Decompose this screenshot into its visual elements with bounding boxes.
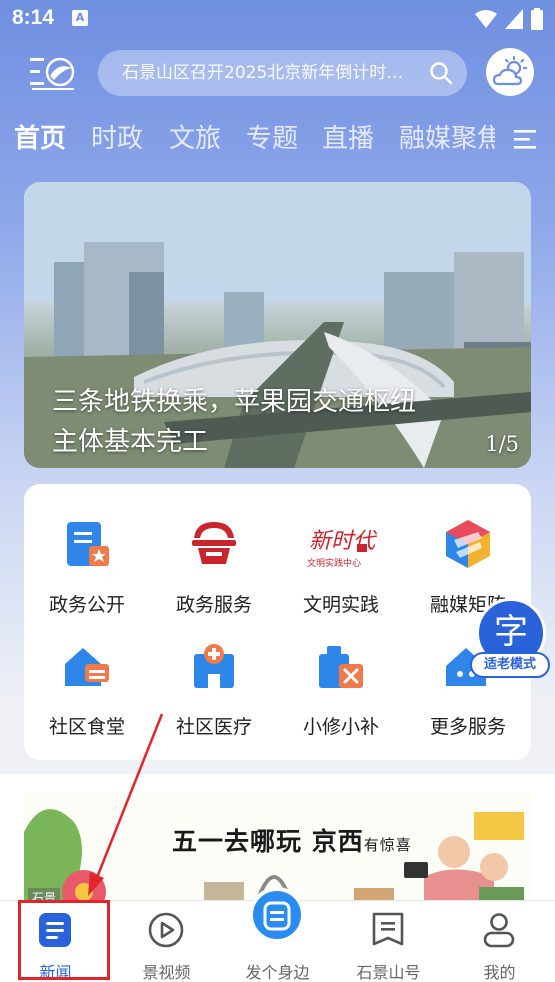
status-time: 8:14 [12, 6, 55, 29]
nav-label: 新闻 [39, 963, 72, 982]
media-matrix-icon [446, 520, 490, 568]
tab-media-focus[interactable]: 融媒聚焦 [399, 118, 495, 155]
repair-icon [319, 646, 363, 688]
tab-topics[interactable]: 专题 [246, 118, 298, 155]
nav-label: 石景山号 [356, 963, 421, 982]
service-label: 文明实践 [302, 594, 379, 616]
bookmark-icon [372, 912, 404, 946]
elder-mode-label: 适老模式 [470, 652, 550, 678]
nav-label: 发个身边 [245, 963, 310, 982]
nav-post-nearby[interactable]: 发个身边 [222, 887, 333, 982]
promo-slogan-main: 五一去哪玩 京西 [172, 827, 364, 856]
clinic-icon [194, 644, 234, 688]
service-repair[interactable]: 小修小补 [278, 640, 404, 739]
civilization-icon: 新时代 文明实践中心 [307, 529, 378, 569]
service-label: 社区医疗 [175, 716, 252, 738]
headline-banner[interactable]: 三条地铁换乘，苹果园交通枢纽 主体基本完工 1/5 [24, 182, 531, 468]
promo-slogan-small: 有惊喜 [363, 836, 412, 854]
service-civilization[interactable]: 新时代 文明实践中心 文明实践 [278, 518, 404, 617]
civilization-logo-art: 新时代 [309, 529, 378, 554]
status-bar: 8:14 A [0, 0, 555, 38]
play-video-icon [148, 912, 184, 948]
nav-profile[interactable]: 我的 [444, 901, 555, 982]
elder-mode-button[interactable]: 字 适老模式 [470, 598, 550, 680]
user-icon [483, 913, 515, 948]
canteen-icon [65, 648, 109, 686]
service-label: 更多服务 [429, 716, 506, 738]
tab-home[interactable]: 首页 [14, 118, 66, 155]
weather-button[interactable] [486, 48, 534, 96]
app-logo[interactable] [28, 52, 76, 92]
signal-icon [505, 9, 523, 29]
tab-live[interactable]: 直播 [322, 118, 374, 155]
system-icons [475, 8, 543, 30]
search-placeholder: 石景山区召开2025北京新年倒计时… [122, 63, 404, 83]
service-label: 政务公开 [48, 594, 125, 616]
nav-label: 景视频 [142, 963, 191, 982]
nav-news[interactable]: 新闻 [0, 901, 111, 982]
battery-icon [531, 8, 543, 30]
civilization-logo-sub: 文明实践中心 [307, 557, 361, 569]
service-canteen[interactable]: 社区食堂 [24, 640, 150, 739]
banner-caption: 三条地铁换乘，苹果园交通枢纽 主体基本完工 [52, 382, 462, 462]
service-label: 社区食堂 [48, 716, 125, 738]
gov-service-icon [192, 522, 236, 564]
search-icon[interactable] [429, 61, 453, 85]
wifi-icon [475, 10, 497, 28]
service-gov-service[interactable]: 政务服务 [151, 518, 277, 617]
tab-politics[interactable]: 时政 [91, 118, 143, 155]
gov-open-icon [67, 522, 109, 566]
notification-icon: A [72, 10, 88, 26]
post-nearby-icon [249, 887, 305, 943]
services-card: 政务公开 政务服务 新时代 文明实践中心 文明实践 融媒矩阵 社区食堂 社区医疗… [24, 484, 531, 760]
service-label: 小修小补 [302, 716, 379, 738]
promo-slogan: 五一去哪玩 京西有惊喜 [172, 822, 412, 858]
banner-caption-line1: 三条地铁换乘，苹果园交通枢纽 [52, 387, 417, 417]
category-tabs: 首页 时政 文旅 专题 直播 融媒聚焦 [0, 118, 555, 166]
weather-icon [492, 56, 528, 86]
banner-caption-line2: 主体基本完工 [52, 427, 209, 457]
banner-page-counter: 1/5 [485, 432, 519, 456]
nav-shijingshan-account[interactable]: 石景山号 [333, 901, 444, 982]
nav-video[interactable]: 景视频 [111, 901, 222, 982]
tab-menu-icon[interactable] [512, 126, 538, 152]
service-clinic[interactable]: 社区医疗 [151, 640, 277, 739]
tab-culture-tourism[interactable]: 文旅 [169, 118, 221, 155]
nav-label: 我的 [483, 963, 516, 982]
service-gov-open[interactable]: 政务公开 [24, 518, 150, 617]
search-bar[interactable]: 石景山区召开2025北京新年倒计时… [98, 50, 467, 96]
bottom-nav: 新闻 景视频 发个身边 石景山号 我的 [0, 887, 555, 982]
news-icon [39, 913, 71, 947]
service-label: 政务服务 [175, 594, 252, 616]
app-header: 石景山区召开2025北京新年倒计时… [0, 46, 555, 100]
